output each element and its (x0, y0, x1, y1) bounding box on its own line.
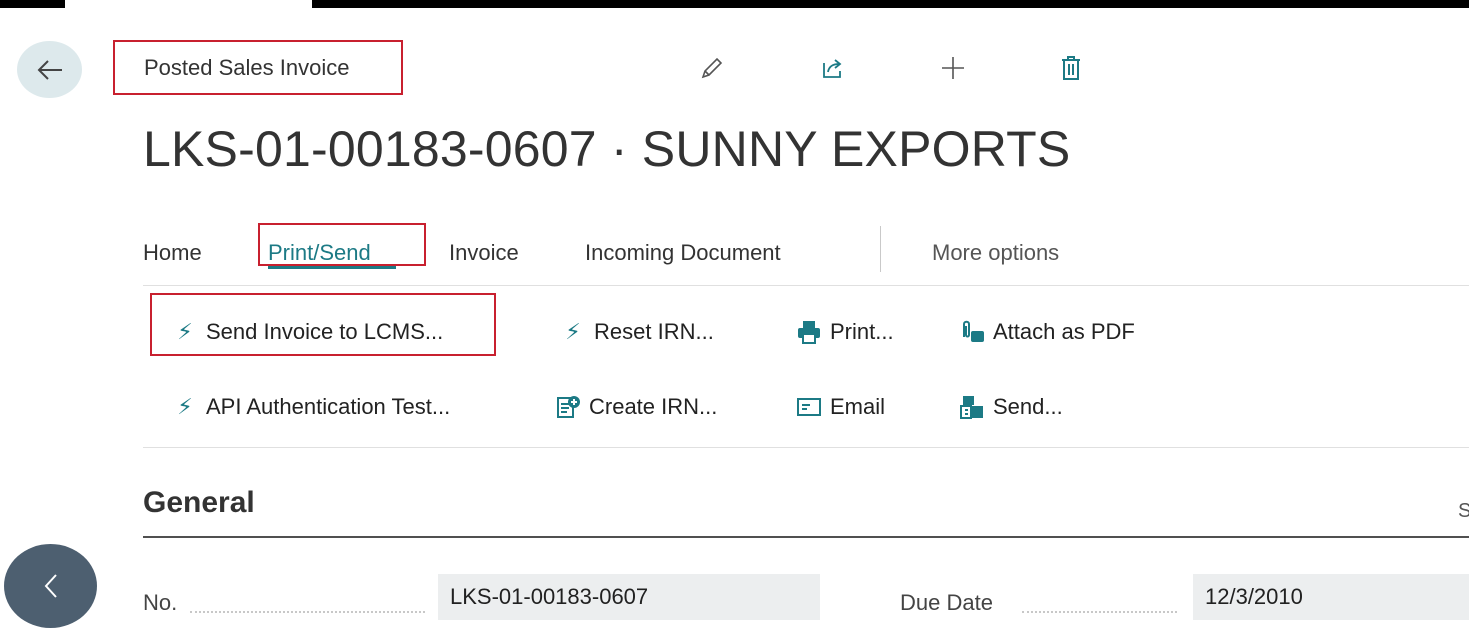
top-bar-left (0, 0, 65, 8)
tab-home[interactable]: Home (143, 240, 202, 266)
field-leader-dots (190, 609, 425, 613)
top-bar-right (312, 0, 1469, 8)
share-icon (823, 59, 842, 78)
delete-button[interactable] (1056, 53, 1086, 83)
back-button[interactable] (17, 41, 82, 98)
api-auth-test-button[interactable]: ⚡ API Authentication Test... (172, 394, 450, 420)
create-irn-button[interactable]: Create IRN... (555, 394, 717, 420)
send-button[interactable]: Send... (959, 394, 1063, 420)
back-arrow-icon (37, 59, 62, 80)
actions-divider (143, 447, 1469, 448)
nav-back-button[interactable] (4, 544, 97, 628)
pencil-icon (701, 57, 723, 79)
attach-pdf-button[interactable]: Attach as PDF (959, 319, 1135, 345)
attach-pdf-icon (959, 319, 985, 345)
send-label: Send... (993, 394, 1063, 419)
field-label-due-date: Due Date (900, 590, 993, 615)
api-auth-test-label: API Authentication Test... (206, 394, 451, 419)
ribbon-divider (143, 285, 1469, 286)
share-button[interactable] (818, 53, 848, 83)
lightning-icon: ⚡ (177, 319, 193, 344)
field-value-due-date[interactable]: 12/3/2010 (1193, 574, 1469, 620)
show-more-link[interactable]: S (1458, 500, 1469, 523)
attach-pdf-label: Attach as PDF (993, 319, 1135, 344)
breadcrumb-label: Posted Sales Invoice (144, 54, 350, 80)
highlight-box-tab (258, 223, 426, 266)
field-leader-dots (1022, 609, 1177, 613)
edit-button[interactable] (697, 53, 727, 83)
section-divider (143, 536, 1469, 538)
tab-more-options[interactable]: More options (932, 240, 1059, 266)
email-button[interactable]: Email (796, 394, 885, 420)
tab-invoice[interactable]: Invoice (449, 240, 519, 266)
print-button[interactable]: Print... (796, 319, 894, 345)
send-document-icon (959, 394, 985, 420)
plus-icon (942, 57, 964, 79)
tab-separator (880, 226, 881, 272)
field-value-no[interactable]: LKS-01-00183-0607 (438, 574, 820, 620)
page-title: LKS-01-00183-0607 · SUNNY EXPORTS (143, 121, 1071, 177)
reset-irn-button[interactable]: ⚡ Reset IRN... (560, 319, 714, 345)
lightning-icon: ⚡ (177, 394, 193, 419)
breadcrumb[interactable]: Posted Sales Invoice (113, 40, 403, 95)
tab-incoming-document[interactable]: Incoming Document (585, 240, 781, 266)
send-invoice-lcms-button[interactable]: ⚡ Send Invoice to LCMS... (172, 319, 443, 345)
new-button[interactable] (938, 53, 968, 83)
create-document-icon (555, 394, 581, 420)
section-title-general[interactable]: General (143, 486, 255, 520)
send-invoice-lcms-label: Send Invoice to LCMS... (206, 319, 444, 344)
trash-icon (1062, 56, 1080, 80)
email-label: Email (830, 394, 886, 419)
reset-irn-label: Reset IRN... (594, 319, 714, 344)
lightning-icon: ⚡ (565, 319, 581, 344)
active-tab-indicator (268, 266, 396, 269)
chevron-left-icon (44, 574, 57, 598)
printer-icon (796, 319, 822, 345)
email-icon (796, 394, 822, 420)
create-irn-label: Create IRN... (589, 394, 718, 419)
field-label-no: No. (143, 590, 178, 615)
print-label: Print... (830, 319, 894, 344)
